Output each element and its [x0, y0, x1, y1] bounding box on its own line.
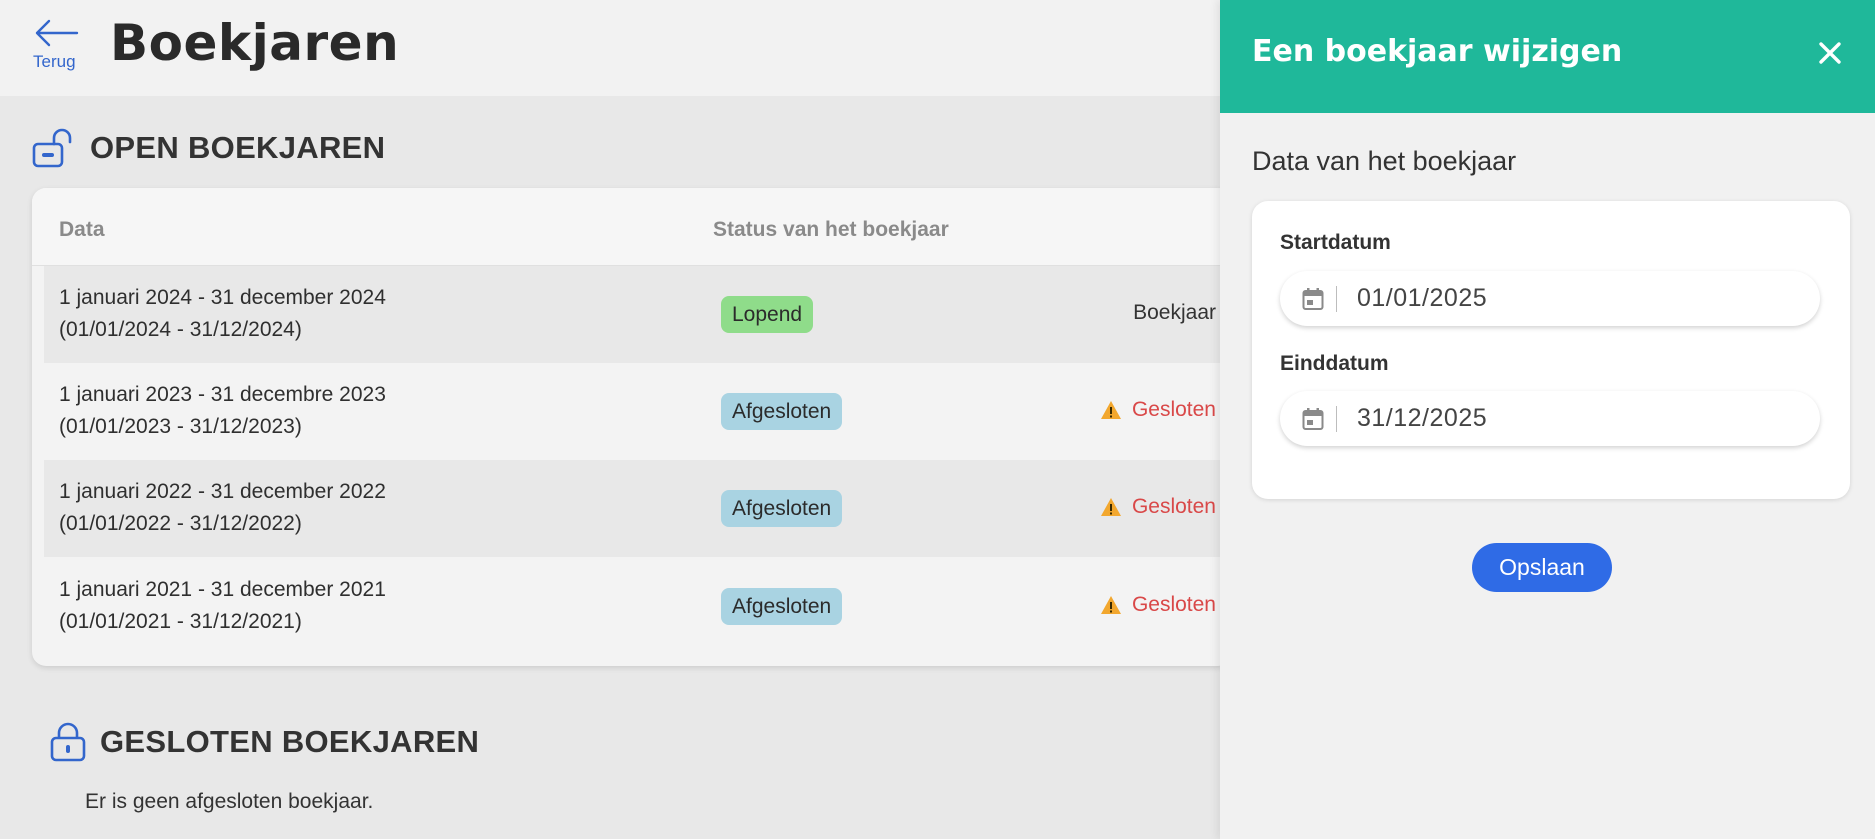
table-row[interactable]: 1 januari 2023 - 31 decembre 2023 (01/01…	[44, 363, 1232, 460]
calendar-icon	[1302, 287, 1324, 310]
empty-message: Er is geen afgesloten boekjaar.	[85, 790, 374, 813]
row-dates: 1 januari 2021 - 31 december 2021 (01/01…	[59, 574, 386, 638]
row-date-numeric: (01/01/2023 - 31/12/2023)	[59, 415, 302, 438]
end-date-label: Einddatum	[1280, 352, 1389, 375]
back-button[interactable]: Terug	[28, 18, 84, 74]
page-title: Boekjaren	[110, 14, 400, 72]
warning-icon	[1100, 498, 1121, 516]
closed-section-title: GESLOTEN BOEKJAREN	[100, 724, 480, 759]
row-dates: 1 januari 2022 - 31 december 2022 (01/01…	[59, 476, 386, 540]
row-action-label: Gesloten	[1131, 495, 1216, 518]
back-label: Terug	[33, 52, 76, 71]
save-button[interactable]: Opslaan	[1472, 543, 1612, 592]
panel-header: Een boekjaar wijzigen	[1220, 0, 1875, 113]
row-date-range: 1 januari 2023 - 31 decembre 2023	[59, 383, 386, 406]
row-date-numeric: (01/01/2021 - 31/12/2021)	[59, 610, 302, 633]
row-date-numeric: (01/01/2024 - 31/12/2024)	[59, 318, 302, 341]
unlocked-padlock-icon	[32, 128, 72, 168]
end-date-value: 31/12/2025	[1357, 404, 1488, 432]
warning-icon	[1100, 596, 1121, 614]
panel-subtitle: Data van het boekjaar	[1252, 146, 1517, 176]
panel-title: Een boekjaar wijzigen	[1252, 34, 1623, 69]
calendar-icon	[1302, 407, 1324, 430]
row-action-label: Boekjaar	[1133, 301, 1216, 324]
row-action-fiscal-year[interactable]: Boekjaar	[1133, 301, 1216, 325]
column-header-status: Status van het boekjaar	[713, 218, 949, 241]
start-date-field[interactable]: 01/01/2025	[1280, 271, 1820, 326]
field-separator	[1336, 405, 1337, 432]
row-action-label: Gesloten	[1131, 398, 1216, 421]
locked-padlock-icon	[50, 722, 86, 762]
start-date-label: Startdatum	[1280, 231, 1391, 254]
closed-section-heading: GESLOTEN BOEKJAREN	[50, 722, 479, 762]
row-dates: 1 januari 2023 - 31 decembre 2023 (01/01…	[59, 379, 386, 443]
close-icon	[1819, 42, 1841, 64]
arrow-left-icon	[35, 19, 79, 47]
column-header-data: Data	[59, 218, 105, 241]
table-row[interactable]: 1 januari 2024 - 31 december 2024 (01/01…	[44, 266, 1232, 363]
row-action-label: Gesloten	[1131, 593, 1216, 616]
row-date-range: 1 januari 2022 - 31 december 2022	[59, 480, 386, 503]
row-dates: 1 januari 2024 - 31 december 2024 (01/01…	[59, 282, 386, 346]
table-row[interactable]: 1 januari 2021 - 31 december 2021 (01/01…	[44, 558, 1232, 655]
warning-icon	[1100, 401, 1121, 419]
open-section-heading: OPEN BOEKJAREN	[32, 128, 385, 168]
table-header: Data Status van het boekjaar	[32, 188, 1232, 266]
status-badge-closed: Afgesloten	[721, 490, 843, 527]
row-date-numeric: (01/01/2022 - 31/12/2022)	[59, 512, 302, 535]
row-action-closed[interactable]: Gesloten	[1100, 495, 1216, 519]
dates-form-card: Startdatum 01/01/2025 Einddatum 31/12/20…	[1252, 201, 1850, 499]
edit-fiscal-year-panel: Een boekjaar wijzigen Data van het boekj…	[1220, 0, 1875, 839]
end-date-field[interactable]: 31/12/2025	[1280, 391, 1820, 446]
row-date-range: 1 januari 2021 - 31 december 2021	[59, 578, 386, 601]
open-years-table: Data Status van het boekjaar 1 januari 2…	[32, 188, 1232, 666]
row-action-closed[interactable]: Gesloten	[1100, 398, 1216, 422]
open-section-title: OPEN BOEKJAREN	[90, 130, 386, 165]
start-date-value: 01/01/2025	[1357, 284, 1488, 312]
row-date-range: 1 januari 2024 - 31 december 2024	[59, 286, 386, 309]
table-row[interactable]: 1 januari 2022 - 31 december 2022 (01/01…	[44, 460, 1232, 557]
status-badge-running: Lopend	[721, 296, 814, 333]
row-action-closed[interactable]: Gesloten	[1100, 593, 1216, 617]
page-header: Terug Boekjaren	[0, 0, 1220, 96]
status-badge-closed: Afgesloten	[721, 393, 843, 430]
close-button[interactable]	[1815, 38, 1845, 68]
field-separator	[1336, 285, 1337, 312]
status-badge-closed: Afgesloten	[721, 588, 843, 625]
